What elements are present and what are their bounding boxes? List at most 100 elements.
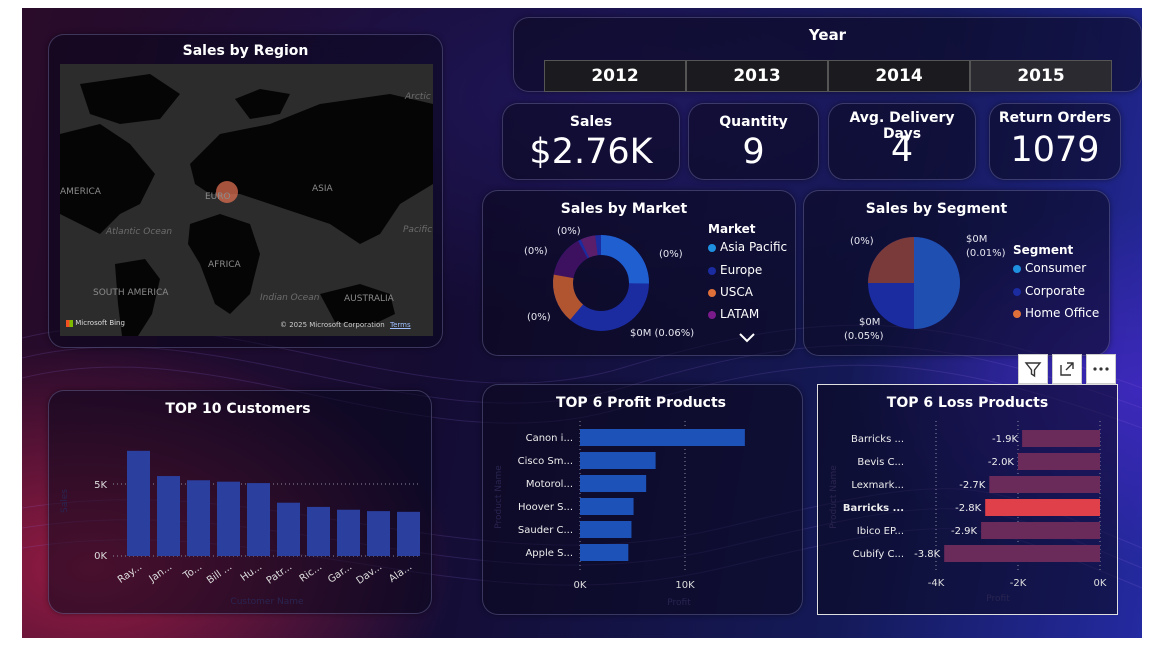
map-terms-link[interactable]: Terms xyxy=(390,321,411,329)
loss-bar[interactable] xyxy=(1018,453,1100,470)
profit-bar[interactable] xyxy=(580,429,745,446)
legend-dot-icon xyxy=(708,266,716,275)
map-title: Sales by Region xyxy=(182,43,309,59)
map-label-atlantic: Atlantic Ocean xyxy=(106,227,173,237)
data-label: -2.0K xyxy=(988,457,1015,468)
filter-button[interactable] xyxy=(1018,354,1048,384)
bing-logo: Microsoft Bing xyxy=(66,319,125,327)
profit-bar[interactable] xyxy=(580,521,632,538)
legend-label: LATAM xyxy=(720,307,760,321)
x-tick-label: -2K xyxy=(1010,578,1027,589)
segment-legend-corporate[interactable]: Corporate xyxy=(1013,284,1085,298)
loss-bar[interactable] xyxy=(985,499,1100,516)
segment-legend-consumer[interactable]: Consumer xyxy=(1013,261,1086,275)
legend-label: Asia Pacific xyxy=(720,240,788,254)
dashboard-canvas: Year 2012 2013 2014 2015 Sales $2.76K Qu… xyxy=(22,8,1142,638)
customer-bar[interactable] xyxy=(187,480,210,556)
kpi-delivery-value: 4 xyxy=(890,130,914,170)
year-option-2012[interactable]: 2012 xyxy=(544,60,686,92)
year-slicer-title: Year xyxy=(808,26,847,44)
profit-bar[interactable] xyxy=(580,452,656,469)
kpi-delivery-card: Avg. Delivery Days 4 xyxy=(828,103,976,180)
year-option-2015[interactable]: 2015 xyxy=(970,60,1112,92)
market-slice-label: (0%) xyxy=(527,312,551,323)
profit-products-chart[interactable]: 0K 10K Product Name Profit Canon i... Cis… xyxy=(483,385,802,614)
segment-slice-consumer[interactable] xyxy=(914,237,960,329)
year-slicer: Year 2012 2013 2014 2015 xyxy=(513,17,1142,92)
sales-by-region-card: Sales by Region AMERICA EURO ASIA AFRICA… xyxy=(48,34,443,348)
y-tick-label: Sauder C... xyxy=(518,525,573,536)
customer-bar[interactable] xyxy=(307,506,330,556)
customer-bar[interactable] xyxy=(157,476,180,556)
customer-bar[interactable] xyxy=(127,450,150,556)
loss-bar[interactable] xyxy=(1022,430,1100,447)
market-legend-latam[interactable]: LATAM xyxy=(708,307,759,321)
legend-label: Consumer xyxy=(1025,261,1087,275)
x-tick-label: 0K xyxy=(1094,578,1107,589)
x-axis-label: Profit xyxy=(986,594,1010,604)
legend-dot-icon xyxy=(708,310,716,319)
chevron-down-icon[interactable] xyxy=(739,333,755,343)
y-tick-label: 0K xyxy=(94,551,107,562)
x-tick-label: Dav... xyxy=(355,561,385,586)
legend-label: Europe xyxy=(720,263,763,277)
kpi-sales-value: $2.76K xyxy=(529,132,653,172)
segment-legend-home-office[interactable]: Home Office xyxy=(1013,306,1099,320)
y-tick-label: Motorol... xyxy=(526,479,573,490)
loss-bar[interactable] xyxy=(981,522,1100,539)
year-option-2013[interactable]: 2013 xyxy=(686,60,828,92)
map-label-america: AMERICA xyxy=(60,187,101,197)
customer-bar[interactable] xyxy=(337,509,360,556)
customer-bar[interactable] xyxy=(277,502,300,556)
segment-slice-label: (0.05%) xyxy=(844,331,884,342)
y-tick-label: 5K xyxy=(94,480,107,491)
profit-bar[interactable] xyxy=(580,544,629,561)
profit-bar[interactable] xyxy=(580,498,634,515)
y-tick-label: Cubify C... xyxy=(853,549,904,560)
year-option-2014[interactable]: 2014 xyxy=(828,60,970,92)
market-legend-asia-pacific[interactable]: Asia Pacific xyxy=(708,240,787,254)
loss-products-card[interactable]: TOP 6 Loss Products -4K -2K 0K Product N… xyxy=(817,384,1118,615)
market-slice-label: $0M (0.06%) xyxy=(630,328,695,339)
focus-mode-button[interactable] xyxy=(1052,354,1082,384)
customer-bar[interactable] xyxy=(397,511,420,556)
loss-products-chart[interactable]: -4K -2K 0K Product Name Profit -1.9K Barr… xyxy=(818,385,1117,614)
market-legend-usca[interactable]: USCA xyxy=(708,285,753,299)
x-axis-label: Customer Name xyxy=(230,597,304,607)
map-label-europe: EURO xyxy=(205,192,231,202)
loss-bar[interactable] xyxy=(989,476,1100,493)
legend-label: USCA xyxy=(720,285,753,299)
top-customers-chart[interactable]: 5K 0K Sales Customer Name Ray... Jan... To… xyxy=(49,391,431,613)
y-tick-label: Cisco Sm... xyxy=(518,456,573,467)
data-label: -1.9K xyxy=(992,434,1019,445)
x-tick-label: Ray... xyxy=(116,561,144,585)
map-label-indian: Indian Ocean xyxy=(260,293,320,303)
market-donut-chart[interactable] xyxy=(551,233,651,333)
y-tick-label: Ibico EP... xyxy=(857,526,904,537)
map-canvas[interactable]: AMERICA EURO ASIA AFRICA SOUTH AMERICA A… xyxy=(60,64,433,336)
x-tick-label: 0K xyxy=(574,580,587,591)
kpi-returns-card: Return Orders 1079 xyxy=(989,103,1121,180)
customer-bar[interactable] xyxy=(217,481,240,556)
map-label-africa: AFRICA xyxy=(208,260,241,270)
loss-bar[interactable] xyxy=(944,545,1100,562)
market-slice-label: (0%) xyxy=(524,246,548,257)
x-tick-label: 10K xyxy=(675,580,695,591)
segment-slice-label: $0M xyxy=(966,234,988,245)
y-tick-label: Apple S... xyxy=(525,548,573,559)
map-label-pacific: Pacific xyxy=(403,225,433,235)
segment-pie-chart[interactable] xyxy=(866,235,962,331)
customer-bar[interactable] xyxy=(247,483,270,556)
legend-dot-icon xyxy=(1013,287,1021,296)
x-tick-label: Ala... xyxy=(387,561,414,585)
filter-icon xyxy=(1024,362,1042,378)
profit-bar[interactable] xyxy=(580,475,647,492)
more-options-button[interactable] xyxy=(1086,354,1116,384)
segment-title: Sales by Segment xyxy=(865,201,1008,217)
y-tick-label: Hoover S... xyxy=(518,502,573,513)
segment-slice-home-office[interactable] xyxy=(868,237,914,283)
map-label-arctic: Arctic xyxy=(405,92,431,102)
customer-bar[interactable] xyxy=(367,511,390,556)
market-legend-europe[interactable]: Europe xyxy=(708,263,762,277)
legend-label: Corporate xyxy=(1025,284,1085,298)
